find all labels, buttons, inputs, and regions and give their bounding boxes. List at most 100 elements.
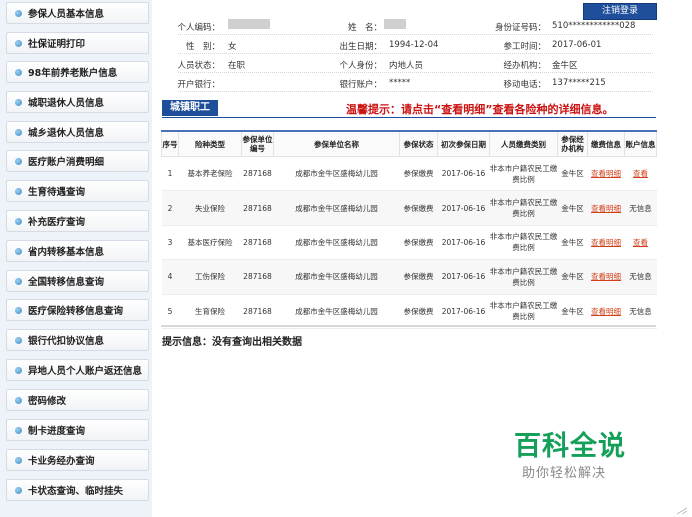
sidebar-item-label: 全国转移信息查询 xyxy=(28,277,105,288)
divider xyxy=(178,53,653,54)
bullet-icon xyxy=(15,187,22,195)
divider xyxy=(178,34,653,35)
divider xyxy=(178,72,653,73)
mobile-value: 137*****215 xyxy=(552,78,606,88)
cell-category: 非本市户籍农民工缴费比例 xyxy=(489,259,558,295)
view-account-link[interactable]: 查看 xyxy=(633,169,648,178)
sidebar-item-label: 银行代扣协议信息 xyxy=(28,336,105,347)
bullet-icon xyxy=(15,426,22,434)
personal-code-label: 个人编码： xyxy=(177,23,220,33)
table-row: 3 基本医疗保险 287168 成都市金牛区盛梅幼儿园 参保缴费 2017-06… xyxy=(161,225,657,261)
cell-account-info: 无信息 xyxy=(624,294,657,329)
sidebar-item-change-password[interactable]: 密码修改 xyxy=(6,389,149,411)
cell-unit-name: 成都市金牛区盛梅幼儿园 xyxy=(273,190,400,226)
identity-label: 个人身份： xyxy=(339,61,382,71)
bullet-icon xyxy=(15,306,22,314)
cell-unit-no: 287168 xyxy=(241,156,274,192)
view-details-link[interactable]: 查看明细 xyxy=(591,169,621,178)
section-title: 城镇职工 xyxy=(162,100,218,116)
section-divider xyxy=(162,117,656,118)
cell-status: 参保缴费 xyxy=(399,294,438,329)
view-details-link[interactable]: 查看明细 xyxy=(591,272,621,281)
sidebar-item-rural-retiree-info[interactable]: 城乡退休人员信息 xyxy=(6,121,149,143)
bullet-icon xyxy=(15,157,22,165)
sidebar-item-card-status-loss-report[interactable]: 卡状态查询、临时挂失 xyxy=(6,479,149,501)
cell-no: 2 xyxy=(161,190,179,226)
cell-account-info: 无信息 xyxy=(624,190,657,226)
view-details-link[interactable]: 查看明细 xyxy=(591,204,621,213)
view-account-link[interactable]: 查看 xyxy=(633,238,648,247)
cell-status: 参保缴费 xyxy=(399,225,438,261)
cell-type: 基本医疗保险 xyxy=(178,225,242,261)
sidebar-item-label: 城乡退休人员信息 xyxy=(28,128,105,139)
personal-code-value xyxy=(228,19,270,30)
cell-category: 非本市户籍农民工缴费比例 xyxy=(489,294,558,329)
col-header-pay-info: 缴费信息 xyxy=(587,130,625,157)
cell-category: 非本市户籍农民工缴费比例 xyxy=(489,190,558,226)
sidebar-item-label: 卡业务经办查询 xyxy=(28,456,95,467)
birth-date-value: 1994-12-04 xyxy=(389,40,439,50)
sidebar-item-label: 密码修改 xyxy=(28,396,67,407)
sidebar-item-medical-account-details[interactable]: 医疗账户消费明细 xyxy=(6,150,149,172)
sidebar-item-label: 补充医疗查询 xyxy=(28,217,86,228)
name-value xyxy=(384,19,406,30)
work-start-label: 参工时间： xyxy=(503,42,546,52)
cell-status: 参保缴费 xyxy=(399,259,438,295)
cell-unit-no: 287168 xyxy=(241,190,274,226)
sidebar-item-supplementary-medical[interactable]: 补充医疗查询 xyxy=(6,210,149,232)
cell-unit-no: 287168 xyxy=(241,225,274,261)
id-number-value: 510************028 xyxy=(552,21,636,31)
sidebar-item-bank-debit-agreement[interactable]: 银行代扣协议信息 xyxy=(6,329,149,351)
sidebar: 参保人员基本信息 社保证明打印 98年前养老账户信息 城职退休人员信息 城乡退休… xyxy=(0,0,152,517)
sidebar-item-card-progress[interactable]: 制卡进度查询 xyxy=(6,419,149,441)
bullet-icon xyxy=(15,39,22,47)
divider xyxy=(178,91,653,92)
sidebar-item-pre98-pension-account[interactable]: 98年前养老账户信息 xyxy=(6,61,149,83)
sidebar-item-card-business[interactable]: 卡业务经办查询 xyxy=(6,449,149,471)
sidebar-item-urban-retiree-info[interactable]: 城职退休人员信息 xyxy=(6,91,149,113)
sidebar-item-national-transfer[interactable]: 全国转移信息查询 xyxy=(6,270,149,292)
cell-agency: 金牛区 xyxy=(557,225,588,261)
bullet-icon xyxy=(15,217,22,225)
bullet-icon xyxy=(15,9,22,17)
cell-no: 5 xyxy=(161,294,179,329)
cell-pay-info: 查看明细 xyxy=(587,156,625,192)
cell-account-info: 查看 xyxy=(624,225,657,261)
cell-unit-name: 成都市金牛区盛梅幼儿园 xyxy=(273,259,400,295)
cell-agency: 金牛区 xyxy=(557,156,588,192)
view-details-link[interactable]: 查看明细 xyxy=(591,238,621,247)
sidebar-item-medical-transfer[interactable]: 医疗保险转移信息查询 xyxy=(6,299,149,321)
bullet-icon xyxy=(15,366,22,374)
cell-date: 2017-06-16 xyxy=(437,294,490,329)
cell-date: 2017-06-16 xyxy=(437,259,490,295)
bank-account-label: 银行账户： xyxy=(339,80,382,90)
sidebar-item-insured-basic-info[interactable]: 参保人员基本信息 xyxy=(6,2,149,24)
cell-status: 参保缴费 xyxy=(399,156,438,192)
bullet-icon xyxy=(15,336,22,344)
cell-type: 工伤保险 xyxy=(178,259,242,295)
logout-button[interactable]: 注销登录 xyxy=(583,3,657,20)
bullet-icon xyxy=(15,98,22,106)
view-details-link[interactable]: 查看明细 xyxy=(591,307,621,316)
cell-date: 2017-06-16 xyxy=(437,156,490,192)
sidebar-item-provincial-transfer[interactable]: 省内转移基本信息 xyxy=(6,240,149,262)
cell-pay-info: 查看明细 xyxy=(587,294,625,329)
col-header-category: 人员缴费类别 xyxy=(489,130,558,157)
cell-agency: 金牛区 xyxy=(557,294,588,329)
mobile-label: 移动电话： xyxy=(503,80,546,90)
sidebar-item-label: 医疗保险转移信息查询 xyxy=(28,306,124,317)
sidebar-item-nonlocal-account-refund[interactable]: 异地人员个人账户返还信息 xyxy=(6,359,149,381)
agency-label: 经办机构： xyxy=(503,61,546,71)
cell-agency: 金牛区 xyxy=(557,190,588,226)
col-header-no: 序号 xyxy=(161,130,179,157)
person-status-value: 在职 xyxy=(228,61,246,71)
sidebar-item-certificate-print[interactable]: 社保证明打印 xyxy=(6,32,149,54)
cell-category: 非本市户籍农民工缴费比例 xyxy=(489,156,558,192)
resize-grip-icon xyxy=(676,507,688,515)
cell-unit-no: 287168 xyxy=(241,294,274,329)
bullet-icon xyxy=(15,277,22,285)
sidebar-item-maternity-benefits[interactable]: 生育待遇查询 xyxy=(6,180,149,202)
redacted-mask xyxy=(384,19,406,29)
cell-status: 参保缴费 xyxy=(399,190,438,226)
col-header-unit-no: 参保单位编号 xyxy=(241,130,274,157)
